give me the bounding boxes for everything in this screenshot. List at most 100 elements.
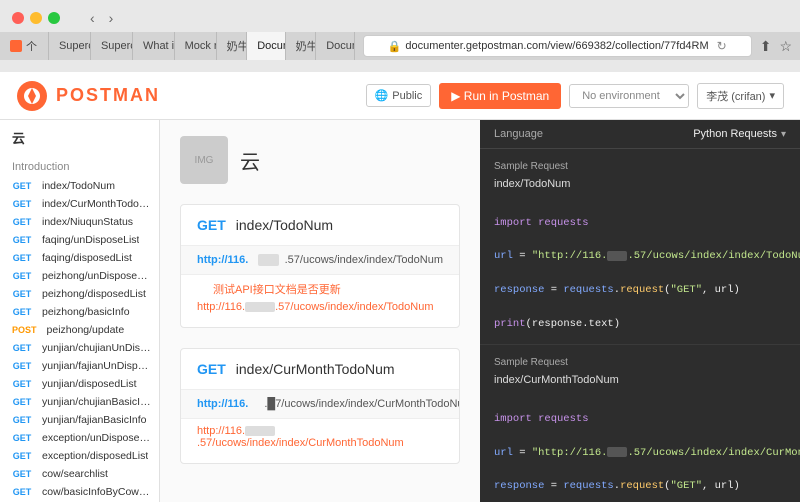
- endpoint-method-0: GET: [197, 217, 226, 233]
- code-label-1: index/CurMonthTodoNum: [494, 374, 786, 386]
- tab-supercharge1[interactable]: Supercharge...: [49, 32, 91, 60]
- language-selector[interactable]: Language Python Requests ▾: [480, 120, 800, 149]
- reload-icon[interactable]: ↻: [717, 39, 727, 53]
- method-badge-get: GET: [8, 360, 36, 372]
- sample-request-label-0: Sample Request: [494, 161, 786, 172]
- sidebar-item-5[interactable]: GET peizhong/unDisposeList: [0, 267, 159, 285]
- browser-chrome: ‹ › 个人收｜postman - G... Supercharge... Su…: [0, 0, 800, 72]
- sidebar-item-label: peizhong/disposedList: [42, 288, 146, 300]
- sidebar-item-11[interactable]: GET yunjian/disposedList: [0, 375, 159, 393]
- app-header: POSTMAN 🌐 Public Run in Postman No envir…: [0, 72, 800, 120]
- method-badge-get: GET: [8, 486, 36, 498]
- tab-niuniu1[interactable]: 奶牛云: [217, 32, 248, 60]
- method-badge-get: GET: [8, 342, 36, 354]
- sidebar-item-14[interactable]: GET exception/unDisposeList: [0, 429, 159, 447]
- code-content-1: import requests url = "http://116..57/uc…: [494, 394, 786, 502]
- sidebar-item-7[interactable]: GET peizhong/basicInfo: [0, 303, 159, 321]
- sidebar-title: 云: [0, 120, 159, 155]
- method-badge-get: GET: [8, 234, 36, 246]
- endpoint-path-0: index/TodoNum: [236, 217, 333, 233]
- sidebar-item-16[interactable]: GET cow/searchlist: [0, 465, 159, 483]
- tab-documenter1[interactable]: Documenter: [247, 32, 285, 60]
- method-badge-get: GET: [8, 180, 36, 192]
- sidebar-item-label: peizhong/unDisposeList: [42, 270, 151, 282]
- share-button[interactable]: ⬆: [760, 38, 772, 55]
- forward-button[interactable]: ›: [105, 8, 118, 28]
- environment-selector[interactable]: No environment: [569, 84, 689, 108]
- method-badge-get: GET: [8, 288, 36, 300]
- method-badge-get: GET: [8, 378, 36, 390]
- user-label: 李茂 (crifan): [706, 88, 765, 104]
- method-badge-get: GET: [8, 198, 36, 210]
- endpoint-header-0: GET index/TodoNum: [181, 205, 459, 245]
- sidebar-item-label: faqing/disposedList: [42, 252, 132, 264]
- sidebar-item-label: yunjian/fajianUnDispose...: [42, 360, 151, 372]
- sidebar-item-label: yunjian/chujianBasicInfo: [42, 396, 151, 408]
- sidebar-item-label: exception/unDisposeList: [42, 432, 151, 444]
- address-display[interactable]: documenter.getpostman.com/view/669382/co…: [405, 40, 708, 52]
- run-in-postman-button[interactable]: Run in Postman: [439, 83, 561, 109]
- tab-favicon: [10, 40, 22, 52]
- maximize-button[interactable]: [48, 12, 60, 24]
- main-content: 云 Introduction GET index/TodoNum GET ind…: [0, 120, 800, 502]
- sidebar-item-label: index/NiuqunStatus: [42, 216, 133, 228]
- code-label-0: index/TodoNum: [494, 178, 786, 190]
- url-masked: [258, 254, 278, 266]
- method-badge-get: GET: [8, 468, 36, 480]
- tab-documenter2[interactable]: Documenter: [316, 32, 354, 60]
- code-block-1: Sample Request index/CurMonthTodoNum imp…: [480, 345, 800, 502]
- center-panel: IMG 云 GET index/TodoNum http://116. .57/…: [160, 120, 480, 502]
- sidebar-item-2[interactable]: GET index/NiuqunStatus: [0, 213, 159, 231]
- sidebar-item-10[interactable]: GET yunjian/fajianUnDispose...: [0, 357, 159, 375]
- back-button[interactable]: ‹: [86, 8, 99, 28]
- code-content-0: import requests url = "http://116..57/uc…: [494, 198, 786, 332]
- public-badge: 🌐 Public: [366, 84, 432, 107]
- sidebar-item-6[interactable]: GET peizhong/disposedList: [0, 285, 159, 303]
- bookmark-button[interactable]: ☆: [779, 38, 792, 55]
- sidebar-item-label: cow/searchlist: [42, 468, 108, 480]
- sidebar-item-8[interactable]: POST peizhong/update: [0, 321, 159, 339]
- sidebar-item-label: index/TodoNum: [42, 180, 115, 192]
- lock-icon: 🔒: [388, 40, 402, 53]
- postman-logo-icon: [16, 80, 48, 112]
- method-badge-get: GET: [8, 270, 36, 282]
- sidebar-item-4[interactable]: GET faqing/disposedList: [0, 249, 159, 267]
- endpoint-section-1: GET index/CurMonthTodoNum http://116. .█…: [180, 348, 460, 464]
- sidebar-item-label: cow/basicInfoByCowCode: [42, 486, 151, 498]
- traffic-lights: ‹ ›: [0, 0, 800, 32]
- endpoint-path-1: index/CurMonthTodoNum: [236, 361, 395, 377]
- postman-logo: POSTMAN: [16, 80, 160, 112]
- sidebar-item-1[interactable]: GET index/CurMonthTodoNum: [0, 195, 159, 213]
- sidebar-item-0[interactable]: GET index/TodoNum: [0, 177, 159, 195]
- sidebar-item-label: yunjian/fajianBasicInfo: [42, 414, 146, 426]
- tab-supercharge2[interactable]: Supercharge...: [91, 32, 133, 60]
- sample-request-label-1: Sample Request: [494, 357, 786, 368]
- minimize-button[interactable]: [30, 12, 42, 24]
- sidebar-section-label: Introduction: [0, 155, 159, 177]
- collection-title: 云: [240, 146, 260, 175]
- language-chevron-icon: ▾: [781, 129, 786, 140]
- language-value: Python Requests: [693, 128, 777, 140]
- user-chevron-icon: ▾: [769, 89, 775, 102]
- sidebar-item-label: exception/disposedList: [42, 450, 148, 462]
- sidebar-item-label: peizhong/update: [47, 324, 125, 336]
- sidebar-item-17[interactable]: GET cow/basicInfoByCowCode: [0, 483, 159, 501]
- test-url-link-0[interactable]: http://116..57/ucows/index/index/TodoNum: [197, 301, 443, 321]
- tab-what-is[interactable]: What is Post...: [133, 32, 175, 60]
- test-api-link-0[interactable]: 测试API接口文档是否更新: [197, 280, 357, 300]
- sidebar-item-12[interactable]: GET yunjian/chujianBasicInfo: [0, 393, 159, 411]
- tab-niuniu2[interactable]: 奶牛云: [286, 32, 317, 60]
- user-menu[interactable]: 李茂 (crifan) ▾: [697, 83, 784, 109]
- test-url-link-1[interactable]: http://116..57/ucows/index/index/CurMont…: [197, 425, 443, 453]
- sidebar-item-13[interactable]: GET yunjian/fajianBasicInfo: [0, 411, 159, 429]
- sidebar-item-15[interactable]: GET exception/disposedList: [0, 447, 159, 465]
- sidebar-item-3[interactable]: GET faqing/unDisposeList: [0, 231, 159, 249]
- globe-icon: 🌐: [375, 89, 389, 102]
- tab-personal[interactable]: 个人收｜postman - G...: [0, 32, 49, 60]
- close-button[interactable]: [12, 12, 24, 24]
- sidebar-item-9[interactable]: GET yunjian/chujianUnDisposeList: [0, 339, 159, 357]
- endpoint-section-0: GET index/TodoNum http://116. .57/ucows/…: [180, 204, 460, 328]
- tab-mock[interactable]: Mock respon...: [175, 32, 217, 60]
- header-right: 🌐 Public Run in Postman No environment 李…: [366, 83, 784, 109]
- method-badge-get: GET: [8, 252, 36, 264]
